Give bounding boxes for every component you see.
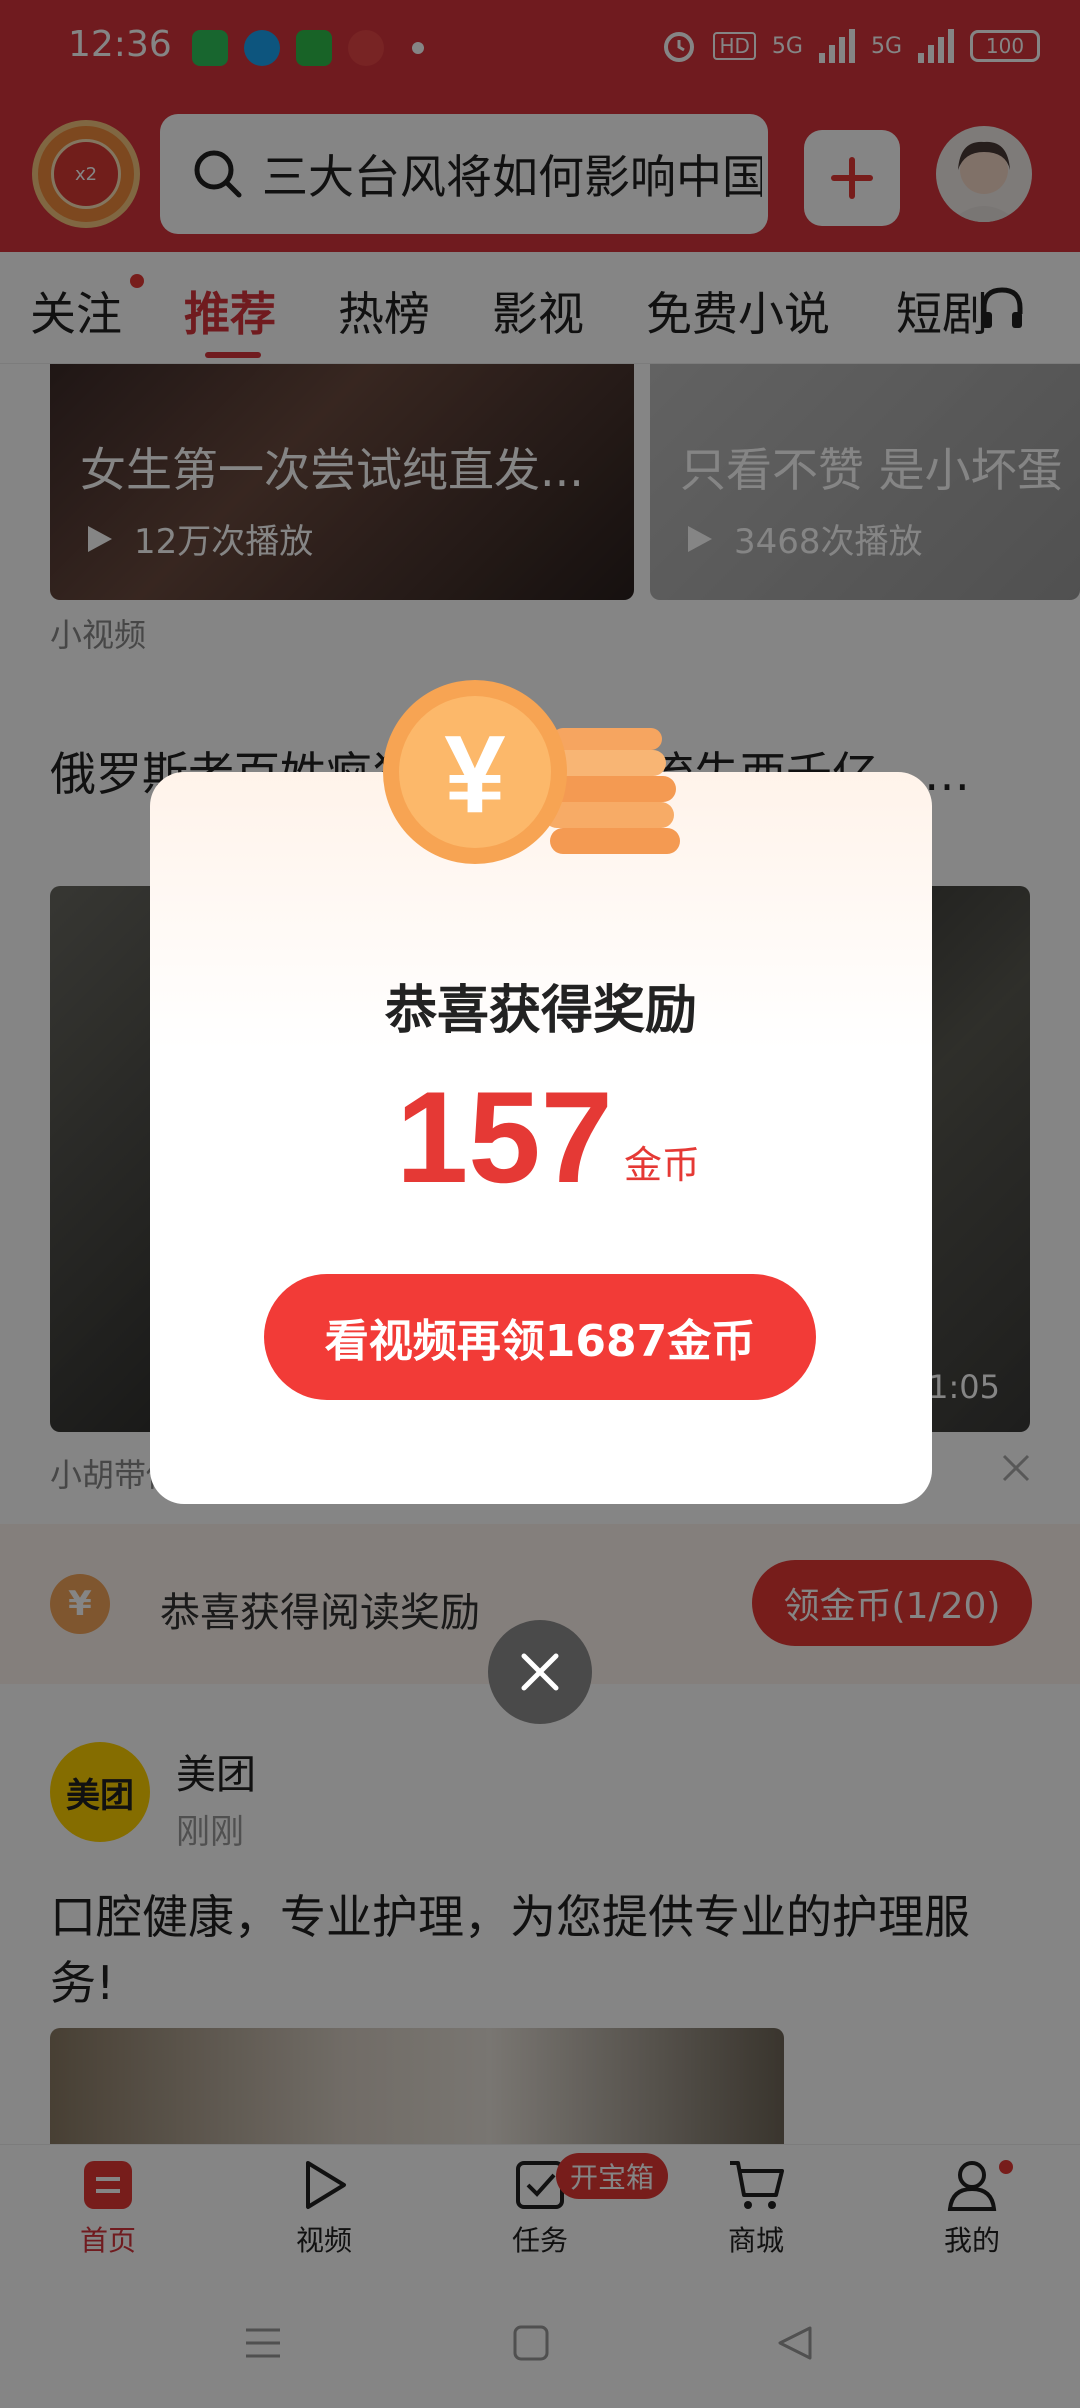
svg-text:¥: ¥ bbox=[444, 713, 505, 836]
modal-close-button[interactable] bbox=[488, 1620, 592, 1724]
coin-stack-icon: ¥ bbox=[383, 680, 680, 864]
watch-video-button[interactable]: 看视频再领1687金币 bbox=[264, 1274, 816, 1400]
close-icon bbox=[521, 1653, 559, 1691]
reward-amount: 157 bbox=[396, 1064, 613, 1210]
app-root: 12:36 HD 5G 5G 100 x2 三大台风将如何影响中国 关注 推荐 … bbox=[0, 0, 1080, 2408]
modal-title: 恭喜获得奖励 bbox=[384, 981, 697, 1041]
reward-unit: 金币 bbox=[624, 1143, 701, 1187]
